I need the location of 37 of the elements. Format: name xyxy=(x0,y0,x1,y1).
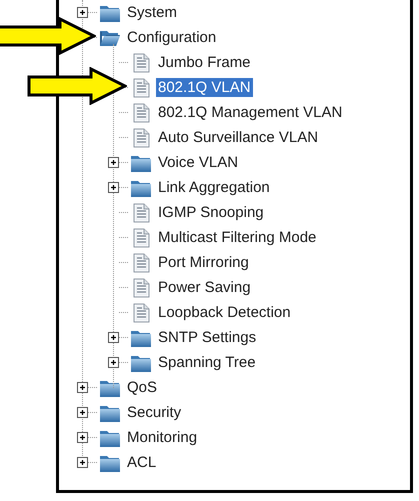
expand-icon[interactable] xyxy=(108,357,119,368)
tree-item[interactable]: Configuration xyxy=(125,28,218,47)
document-icon xyxy=(132,52,150,72)
document-icon xyxy=(132,202,150,222)
tree-item[interactable]: ACL xyxy=(125,453,158,472)
expand-icon[interactable] xyxy=(77,7,88,18)
tree-item[interactable]: Multicast Filtering Mode xyxy=(156,228,318,247)
document-icon xyxy=(132,278,150,298)
expand-icon[interactable] xyxy=(77,432,88,443)
tree-item[interactable]: Port Mirroring xyxy=(156,253,251,272)
tree-item[interactable]: IGMP Snooping xyxy=(156,203,266,222)
tree-item[interactable]: Auto Surveillance VLAN xyxy=(156,128,320,147)
expand-icon[interactable] xyxy=(108,332,119,343)
tree-item[interactable]: Spanning Tree xyxy=(156,353,258,372)
tree-item[interactable]: Power Saving xyxy=(156,278,253,297)
document-icon xyxy=(132,302,150,322)
tree-item[interactable]: 802.1Q Management VLAN xyxy=(156,103,344,122)
document-icon xyxy=(132,228,150,248)
tree-item[interactable]: Link Aggregation xyxy=(156,178,272,197)
document-icon xyxy=(132,128,150,148)
expand-icon[interactable] xyxy=(77,457,88,468)
tree-item[interactable]: Jumbo Frame xyxy=(156,53,253,72)
expand-icon[interactable] xyxy=(108,157,119,168)
document-icon xyxy=(132,252,150,272)
tree-item[interactable]: Voice VLAN xyxy=(156,153,240,172)
document-icon xyxy=(132,102,150,122)
tree-item[interactable]: Monitoring xyxy=(125,428,200,447)
tree-item[interactable]: SNTP Settings xyxy=(156,328,258,347)
document-icon xyxy=(132,78,150,98)
tree-item[interactable]: Loopback Detection xyxy=(156,303,293,322)
tree-item[interactable]: QoS xyxy=(125,378,160,397)
tree-item[interactable]: Security xyxy=(125,403,184,422)
expand-icon[interactable] xyxy=(77,407,88,418)
expand-icon[interactable] xyxy=(77,382,88,393)
tree-item[interactable]: 802.1Q VLAN xyxy=(156,78,253,97)
tree-item[interactable]: System xyxy=(125,3,180,22)
expand-icon[interactable] xyxy=(108,182,119,193)
